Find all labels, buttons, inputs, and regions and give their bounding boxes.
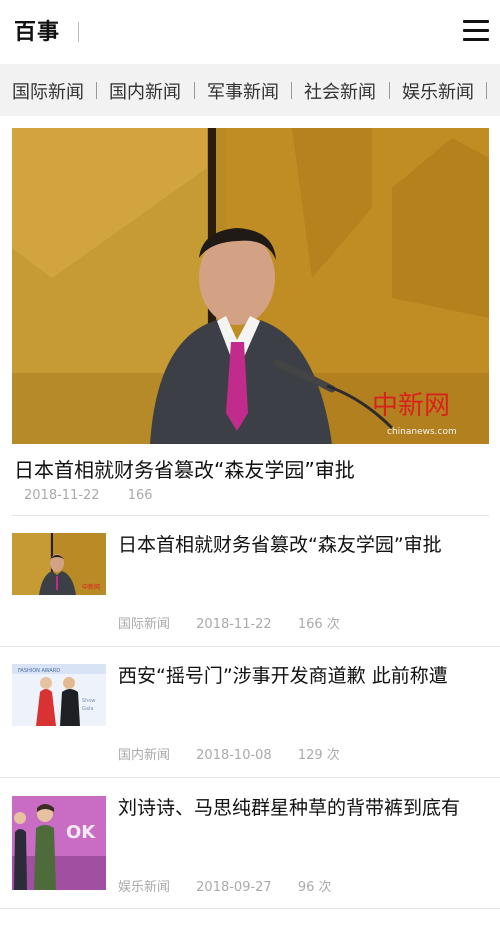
news-meta: 国内新闻 2018-10-08 129 次: [118, 744, 362, 763]
news-title[interactable]: 刘诗诗、马思纯群星种草的背带裤到底有: [118, 796, 488, 820]
news-title[interactable]: 西安“摇号门”涉事开发商道歉 此前称遭: [118, 664, 488, 688]
nav-separator: [291, 82, 292, 99]
list-item[interactable]: FASHION AWARD Show Gala 西安“摇号门”涉事开发商道歉 此…: [0, 664, 500, 794]
logo-divider: [78, 22, 79, 42]
news-category[interactable]: 国际新闻: [118, 617, 170, 632]
news-views: 96 次: [297, 880, 332, 895]
nav-separator: [194, 82, 195, 99]
svg-text:中新网: 中新网: [82, 583, 100, 591]
list-divider: [0, 777, 500, 778]
nav-item-international[interactable]: 国际新闻: [12, 78, 84, 104]
news-views: 129 次: [297, 748, 340, 763]
news-category[interactable]: 国内新闻: [118, 748, 170, 763]
hero-date: 2018-11-22: [24, 488, 100, 503]
list-divider: [0, 646, 500, 647]
hero-image[interactable]: 中新网 chinanews.com: [12, 128, 489, 444]
nav-separator: [96, 82, 97, 99]
svg-text:OK: OK: [66, 822, 96, 843]
top-header: 百事: [0, 0, 500, 65]
hero-meta: 2018-11-22 166: [24, 488, 177, 503]
news-thumbnail[interactable]: OK: [12, 796, 106, 890]
news-thumbnail[interactable]: FASHION AWARD Show Gala: [12, 664, 106, 726]
list-item[interactable]: 中新网 日本首相就财务省篡改“森友学园”审批 国际新闻 2018-11-22 1…: [0, 533, 500, 663]
nav-separator: [389, 82, 390, 99]
hero-divider: [12, 515, 489, 516]
hero-views: 166: [127, 488, 153, 503]
site-logo[interactable]: 百事: [14, 14, 60, 46]
nav-item-domestic[interactable]: 国内新闻: [109, 78, 181, 104]
news-date: 2018-09-27: [196, 880, 272, 895]
news-meta: 国际新闻 2018-11-22 166 次: [118, 613, 362, 632]
news-thumbnail[interactable]: 中新网: [12, 533, 106, 595]
nav-item-society[interactable]: 社会新闻: [304, 78, 376, 104]
news-category[interactable]: 娱乐新闻: [118, 880, 170, 895]
news-meta: 娱乐新闻 2018-09-27 96 次: [118, 876, 354, 895]
hero-watermark: 中新网: [372, 391, 450, 421]
news-date: 2018-10-08: [196, 748, 272, 763]
news-views: 166 次: [297, 617, 340, 632]
list-item[interactable]: OK 刘诗诗、马思纯群星种草的背带裤到底有 娱乐新闻 2018-09-27 96…: [0, 796, 500, 926]
svg-text:Gala: Gala: [82, 706, 93, 712]
list-divider: [0, 908, 500, 909]
hamburger-menu-icon[interactable]: [463, 20, 489, 42]
svg-text:Show: Show: [82, 698, 96, 704]
hero-watermark-sub: chinanews.com: [387, 427, 457, 437]
hero-title[interactable]: 日本首相就财务省篡改“森友学园”审批: [14, 454, 355, 483]
nav-item-military[interactable]: 军事新闻: [207, 78, 279, 104]
category-nav: 国际新闻 国内新闻 军事新闻 社会新闻 娱乐新闻: [0, 64, 500, 116]
nav-item-entertainment[interactable]: 娱乐新闻: [402, 78, 474, 104]
news-title[interactable]: 日本首相就财务省篡改“森友学园”审批: [118, 533, 488, 557]
svg-text:FASHION AWARD: FASHION AWARD: [18, 668, 60, 674]
news-date: 2018-11-22: [196, 617, 272, 632]
nav-separator: [486, 82, 487, 99]
